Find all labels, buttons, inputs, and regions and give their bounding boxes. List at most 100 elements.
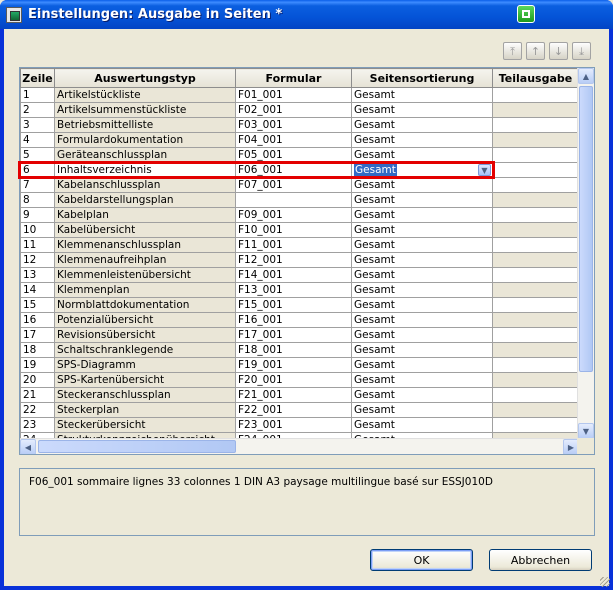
cell-seitensortierung[interactable]: Gesamt [351,207,493,223]
cell-teilausgabe[interactable] [492,282,579,298]
cell-teilausgabe[interactable] [492,252,579,268]
maximize-icon[interactable] [517,5,535,23]
cell-formular[interactable]: F01_001 [235,87,352,103]
column-header-teilausgabe[interactable]: Teilausgabe [492,68,579,88]
cell-zeile[interactable]: 16 [20,312,55,328]
cell-teilausgabe[interactable] [492,147,579,163]
cell-zeile[interactable]: 14 [20,282,55,298]
table-row[interactable]: 14 Klemmenplan F13_001 Gesamt [20,282,579,298]
column-header-formular[interactable]: Formular [235,68,352,88]
cell-seitensortierung[interactable]: Gesamt [351,402,493,418]
cell-auswertungstyp[interactable]: Kabelübersicht [54,222,236,238]
cell-formular[interactable]: F10_001 [235,222,352,238]
cell-zeile[interactable]: 20 [20,372,55,388]
cancel-button[interactable]: Abbrechen [489,549,592,571]
chevron-down-icon[interactable]: ▼ [478,164,491,176]
cell-zeile[interactable]: 12 [20,252,55,268]
cell-auswertungstyp[interactable]: Inhaltsverzeichnis [54,162,236,178]
scroll-down-icon[interactable]: ▼ [578,423,594,439]
cell-zeile[interactable]: 2 [20,102,55,118]
cell-zeile[interactable]: 22 [20,402,55,418]
vertical-scroll-thumb[interactable] [579,86,593,372]
cell-zeile[interactable]: 19 [20,357,55,373]
move-bottom-icon[interactable]: ⤓ [572,42,591,60]
table-row[interactable]: 5 Geräteanschlussplan F05_001 Gesamt [20,147,579,163]
cell-seitensortierung[interactable]: Gesamt [351,342,493,358]
cell-auswertungstyp[interactable]: Steckeranschlussplan [54,387,236,403]
cell-seitensortierung[interactable]: Gesamt [351,102,493,118]
cell-zeile[interactable]: 1 [20,87,55,103]
cell-auswertungstyp[interactable]: Klemmenplan [54,282,236,298]
move-down-icon[interactable]: ↓ [549,42,568,60]
cell-auswertungstyp[interactable]: Formulardokumentation [54,132,236,148]
cell-auswertungstyp[interactable]: Klemmenanschlussplan [54,237,236,253]
cell-seitensortierung[interactable]: Gesamt [351,357,493,373]
vertical-scrollbar[interactable]: ▲ ▼ [577,68,594,439]
cell-teilausgabe[interactable] [492,372,579,388]
table-row[interactable]: 1 Artikelstückliste F01_001 Gesamt [20,87,579,103]
cell-formular[interactable]: F22_001 [235,402,352,418]
cell-formular[interactable]: F14_001 [235,267,352,283]
table-row[interactable]: 9 Kabelplan F09_001 Gesamt [20,207,579,223]
table-row[interactable]: 22 Steckerplan F22_001 Gesamt [20,402,579,418]
resize-grip-icon[interactable] [600,577,610,587]
cell-zeile[interactable]: 21 [20,387,55,403]
cell-zeile[interactable]: 10 [20,222,55,238]
cell-formular[interactable]: F20_001 [235,372,352,388]
table-row[interactable]: 11 Klemmenanschlussplan F11_001 Gesamt [20,237,579,253]
cell-seitensortierung[interactable]: Gesamt [351,282,493,298]
cell-formular[interactable] [235,192,352,208]
cell-formular[interactable]: F13_001 [235,282,352,298]
cell-auswertungstyp[interactable]: Kabeldarstellungsplan [54,192,236,208]
table-row[interactable]: 12 Klemmenaufreihplan F12_001 Gesamt [20,252,579,268]
cell-formular[interactable]: F12_001 [235,252,352,268]
cell-auswertungstyp[interactable]: Klemmenaufreihplan [54,252,236,268]
table-row[interactable]: 4 Formulardokumentation F04_001 Gesamt [20,132,579,148]
column-header-zeile[interactable]: Zeile [20,68,55,88]
cell-auswertungstyp[interactable]: Betriebsmittelliste [54,117,236,133]
scroll-left-icon[interactable]: ◀ [20,439,36,454]
cell-formular[interactable]: F05_001 [235,147,352,163]
table-row[interactable]: 10 Kabelübersicht F10_001 Gesamt [20,222,579,238]
cell-auswertungstyp[interactable]: Normblattdokumentation [54,297,236,313]
cell-teilausgabe[interactable] [492,402,579,418]
cell-zeile[interactable]: 4 [20,132,55,148]
cell-zeile[interactable]: 15 [20,297,55,313]
cell-seitensortierung[interactable]: Gesamt [351,147,493,163]
cell-auswertungstyp[interactable]: Steckerplan [54,402,236,418]
cell-teilausgabe[interactable] [492,417,579,433]
cell-formular[interactable]: F18_001 [235,342,352,358]
cell-auswertungstyp[interactable]: Kabelplan [54,207,236,223]
cell-auswertungstyp[interactable]: Schaltschranklegende [54,342,236,358]
horizontal-scroll-thumb[interactable] [38,440,236,453]
cell-teilausgabe[interactable] [492,117,579,133]
cell-formular[interactable]: F11_001 [235,237,352,253]
cell-auswertungstyp[interactable]: Kabelanschlussplan [54,177,236,193]
cell-teilausgabe[interactable] [492,237,579,253]
cell-zeile[interactable]: 18 [20,342,55,358]
cell-zeile[interactable]: 9 [20,207,55,223]
cell-zeile[interactable]: 23 [20,417,55,433]
cell-auswertungstyp[interactable]: Steckerübersicht [54,417,236,433]
cell-teilausgabe[interactable] [492,297,579,313]
cell-auswertungstyp[interactable]: Klemmenleistenübersicht [54,267,236,283]
cell-zeile[interactable]: 7 [20,177,55,193]
cell-seitensortierung[interactable]: Gesamt [351,192,493,208]
cell-seitensortierung[interactable]: Gesamt [351,252,493,268]
cell-teilausgabe[interactable] [492,342,579,358]
cell-seitensortierung[interactable]: Gesamt [351,387,493,403]
cell-formular[interactable]: F16_001 [235,312,352,328]
cell-teilausgabe[interactable] [492,132,579,148]
cell-zeile[interactable]: 6 [20,162,55,178]
move-top-icon[interactable]: ⤒ [503,42,522,60]
cell-formular[interactable]: F23_001 [235,417,352,433]
table-row[interactable]: 13 Klemmenleistenübersicht F14_001 Gesamt [20,267,579,283]
table-row[interactable]: 3 Betriebsmittelliste F03_001 Gesamt [20,117,579,133]
column-header-seitensortierung[interactable]: Seitensortierung [351,68,493,88]
table-row[interactable]: 17 Revisionsübersicht F17_001 Gesamt [20,327,579,343]
table-row[interactable]: 21 Steckeranschlussplan F21_001 Gesamt [20,387,579,403]
scroll-up-icon[interactable]: ▲ [578,68,594,84]
table-row[interactable]: 15 Normblattdokumentation F15_001 Gesamt [20,297,579,313]
cell-formular[interactable]: F17_001 [235,327,352,343]
evaluation-grid[interactable]: Zeile Auswertungstyp Formular Seitensort… [19,67,595,455]
